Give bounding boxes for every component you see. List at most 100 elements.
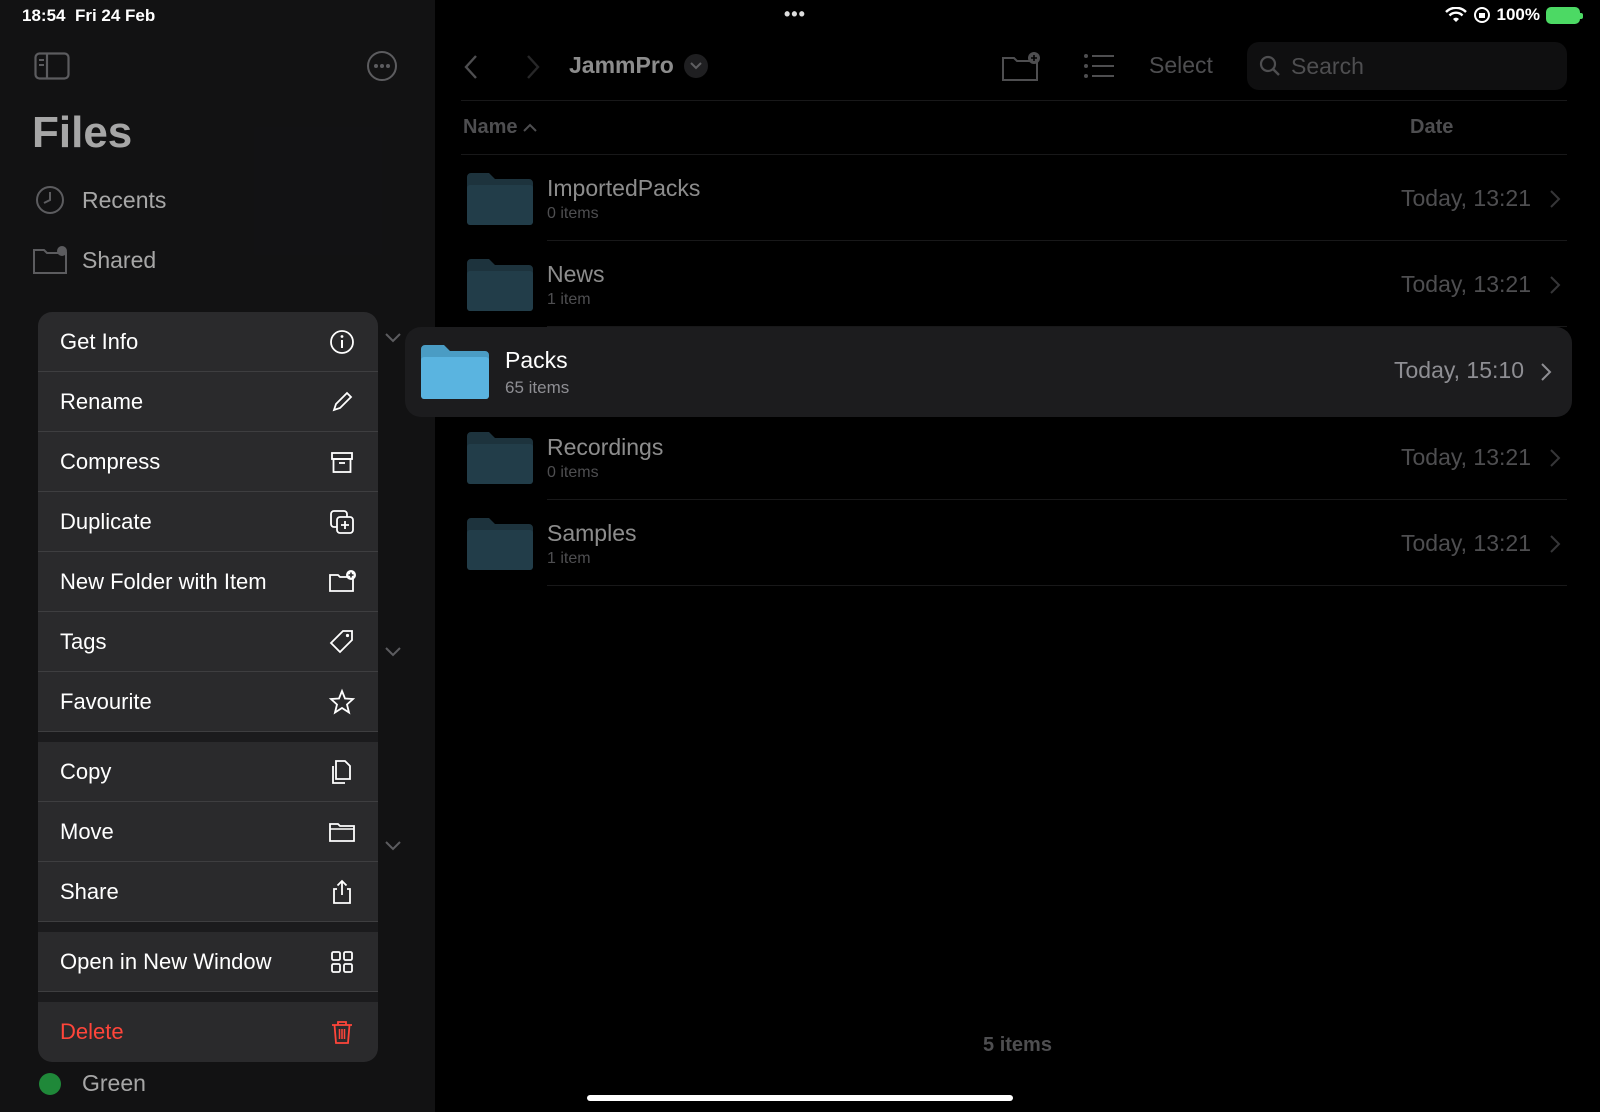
file-item-count: 1 item (547, 550, 591, 567)
file-row[interactable]: News 1 item Today, 13:21 (461, 241, 1567, 327)
menu-item-label: Share (60, 878, 119, 904)
folder-icon (467, 432, 533, 484)
folder-icon (329, 822, 355, 842)
wifi-icon (1444, 7, 1467, 22)
menu-group-separator (38, 922, 378, 932)
file-date: Today, 13:21 (1400, 185, 1531, 211)
menu-item-copy[interactable]: Copy (38, 742, 378, 802)
battery-icon (1546, 6, 1583, 24)
menu-item-label: Tags (60, 628, 107, 654)
menu-item-compress[interactable]: Compress (38, 432, 378, 492)
toolbar-divider (461, 100, 1567, 101)
file-name: ImportedPacks (547, 175, 701, 201)
status-indicators: 100% (1444, 5, 1583, 25)
chevron-right-icon (1550, 535, 1561, 553)
menu-item-label: New Folder with Item (60, 568, 267, 594)
file-date: Today, 13:21 (1400, 530, 1531, 556)
context-menu: Get Info Rename Compress Duplicate New F… (38, 312, 378, 1062)
menu-item-move[interactable]: Move (38, 802, 378, 862)
trash-icon (332, 1021, 352, 1044)
search-icon (1259, 55, 1280, 76)
sort-ascending-icon (523, 123, 538, 132)
back-chevron-icon[interactable] (463, 54, 479, 80)
star-icon (328, 688, 356, 714)
status-time: 18:54 Fri 24 Feb (22, 6, 155, 26)
item-count-footer: 5 items (983, 1034, 1052, 1056)
menu-item-rename[interactable]: Rename (38, 372, 378, 432)
sidebar-item-tag-green[interactable]: Green (32, 1070, 146, 1097)
column-header-name[interactable]: Name (463, 116, 538, 139)
time-text: 18:54 (22, 6, 66, 25)
info-icon (330, 329, 354, 354)
folder-title: JammPro (569, 52, 674, 78)
menu-item-label: Get Info (60, 328, 139, 354)
chevron-down-icon[interactable] (384, 332, 402, 344)
select-button[interactable]: Select (1149, 52, 1213, 79)
date-text: Fri 24 Feb (74, 6, 156, 25)
menu-item-label: Delete (60, 1019, 124, 1044)
multitasking-dots-icon[interactable]: ••• (784, 4, 806, 25)
folder-plus-icon (329, 569, 356, 592)
folder-title-menu[interactable]: JammPro (569, 52, 708, 79)
search-input[interactable] (1291, 52, 1541, 80)
file-date: Today, 13:21 (1400, 271, 1531, 297)
chevron-right-icon (1550, 449, 1561, 467)
file-name: Recordings (547, 434, 664, 460)
sidebar-item-shared[interactable]: Shared (32, 244, 156, 276)
tag-icon (329, 629, 353, 653)
file-item-count: 1 item (547, 291, 591, 308)
file-row[interactable]: Samples 1 item Today, 13:21 (461, 500, 1567, 586)
green-tag-dot-icon (39, 1072, 61, 1095)
menu-item-get-info[interactable]: Get Info (38, 312, 378, 372)
file-date: Today, 15:10 (1393, 357, 1524, 383)
file-row-selected[interactable]: Packs 65 items Today, 15:10 (405, 327, 1572, 417)
sidebar-item-label: Shared (82, 246, 157, 273)
menu-item-label: Copy (60, 758, 112, 784)
menu-item-duplicate[interactable]: Duplicate (38, 492, 378, 552)
sidebar-toggle-icon[interactable] (34, 52, 70, 80)
menu-item-new-folder-with-item[interactable]: New Folder with Item (38, 552, 378, 612)
list-view-icon[interactable] (1083, 52, 1115, 80)
chevron-right-icon (1550, 190, 1561, 208)
menu-item-label: Compress (60, 448, 161, 474)
file-row[interactable]: ImportedPacks 0 items Today, 13:21 (461, 155, 1567, 241)
home-indicator[interactable] (587, 1095, 1013, 1101)
column-name-label: Name (463, 116, 518, 138)
folder-icon (467, 518, 533, 570)
file-row[interactable]: Recordings 0 items Today, 13:21 (461, 414, 1567, 500)
menu-item-label: Open in New Window (60, 948, 272, 974)
menu-item-delete[interactable]: Delete (38, 1002, 378, 1062)
file-item-count: 65 items (505, 378, 570, 397)
sidebar-item-label: Green (82, 1070, 146, 1096)
toolbar: JammPro Select (435, 40, 1600, 92)
copy-icon (332, 759, 351, 784)
archive-box-icon (331, 451, 353, 473)
column-header-date[interactable]: Date (1410, 116, 1453, 139)
more-options-icon[interactable] (366, 50, 398, 82)
file-date: Today, 13:21 (1400, 444, 1531, 470)
menu-group-separator (38, 732, 378, 742)
battery-percent: 100% (1496, 5, 1540, 24)
chevron-down-icon[interactable] (384, 646, 402, 658)
folder-icon (421, 345, 489, 399)
orientation-lock-icon (1473, 7, 1490, 23)
pencil-icon (332, 391, 353, 411)
shared-folder-icon (33, 246, 67, 274)
menu-item-tags[interactable]: Tags (38, 612, 378, 672)
search-field[interactable] (1247, 42, 1567, 90)
file-name: News (547, 261, 605, 287)
forward-chevron-icon[interactable] (525, 54, 541, 80)
file-item-count: 0 items (547, 464, 599, 481)
new-folder-icon[interactable] (1001, 50, 1041, 82)
menu-item-label: Rename (60, 388, 144, 414)
file-item-count: 0 items (547, 205, 599, 222)
sidebar-item-label: Recents (82, 186, 167, 213)
chevron-down-icon (683, 53, 708, 78)
chevron-down-icon[interactable] (384, 840, 402, 852)
sidebar-item-recents[interactable]: Recents (32, 184, 166, 216)
menu-item-favourite[interactable]: Favourite (38, 672, 378, 732)
menu-item-share[interactable]: Share (38, 862, 378, 922)
menu-item-label: Move (60, 818, 114, 844)
menu-item-open-in-new-window[interactable]: Open in New Window (38, 932, 378, 992)
sidebar-title: Files (32, 108, 133, 157)
